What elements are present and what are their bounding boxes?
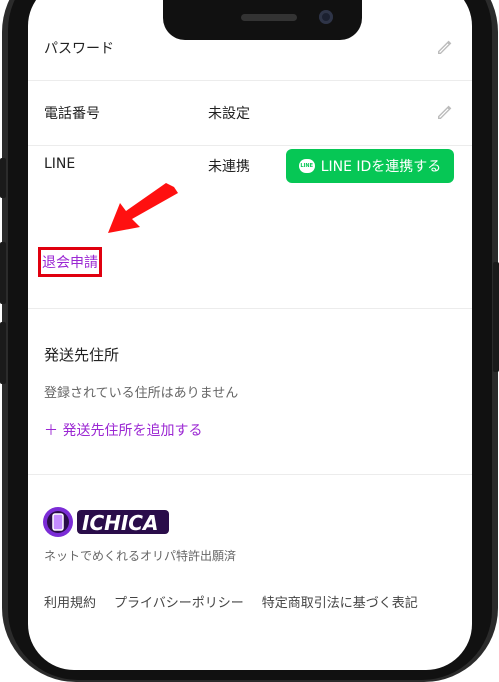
privacy-policy-link[interactable]: プライバシーポリシー bbox=[114, 592, 244, 611]
divider bbox=[28, 474, 472, 475]
withdraw-request-label: 退会申請 bbox=[42, 255, 98, 271]
footer-links: 利用規約 プライバシーポリシー 特定商取引法に基づく表記 bbox=[44, 592, 418, 611]
red-arrow-annotation bbox=[108, 183, 178, 233]
side-button-left-1 bbox=[0, 158, 6, 198]
phone-number-label: 電話番号 bbox=[44, 106, 100, 122]
line-connect-button-label: LINE IDを連携する bbox=[320, 159, 442, 175]
app-screen: パスワード 電話番号 未設定 LINE 未連携 LINE LINE IDを連携す… bbox=[28, 0, 472, 670]
shipping-empty-note: 登録されている住所はありません bbox=[44, 386, 239, 401]
line-label: LINE bbox=[44, 156, 76, 172]
password-label: パスワード bbox=[44, 41, 114, 57]
phone-notch bbox=[163, 0, 362, 40]
pencil-icon[interactable] bbox=[436, 38, 454, 56]
phone-number-value: 未設定 bbox=[208, 106, 250, 122]
line-connect-button[interactable]: LINE LINE IDを連携する bbox=[286, 149, 454, 183]
ichica-logo-text: ICHICA bbox=[82, 511, 158, 535]
commerce-law-link[interactable]: 特定商取引法に基づく表記 bbox=[262, 592, 418, 611]
side-button-left-3 bbox=[0, 322, 6, 384]
brand-tagline: ネットでめくれるオリパ特許出願済 bbox=[44, 549, 237, 563]
divider bbox=[28, 308, 472, 309]
line-value: 未連携 bbox=[208, 159, 250, 175]
phone-number-row: 電話番号 未設定 bbox=[28, 81, 472, 146]
pencil-icon[interactable] bbox=[436, 103, 454, 121]
front-camera bbox=[319, 10, 333, 24]
terms-link[interactable]: 利用規約 bbox=[44, 592, 96, 611]
speaker-grille bbox=[241, 14, 297, 21]
phone-mockup: パスワード 電話番号 未設定 LINE 未連携 LINE LINE IDを連携す… bbox=[0, 0, 499, 682]
side-button-right bbox=[493, 262, 499, 372]
withdraw-request-link[interactable]: 退会申請 bbox=[38, 247, 102, 277]
shipping-section-title: 発送先住所 bbox=[44, 346, 120, 364]
add-shipping-address-link[interactable]: ＋ 発送先住所を追加する bbox=[44, 420, 202, 440]
line-logo-icon: LINE bbox=[298, 159, 315, 173]
side-button-left-2 bbox=[0, 242, 6, 304]
ichica-logo: ICHICA bbox=[43, 507, 169, 537]
